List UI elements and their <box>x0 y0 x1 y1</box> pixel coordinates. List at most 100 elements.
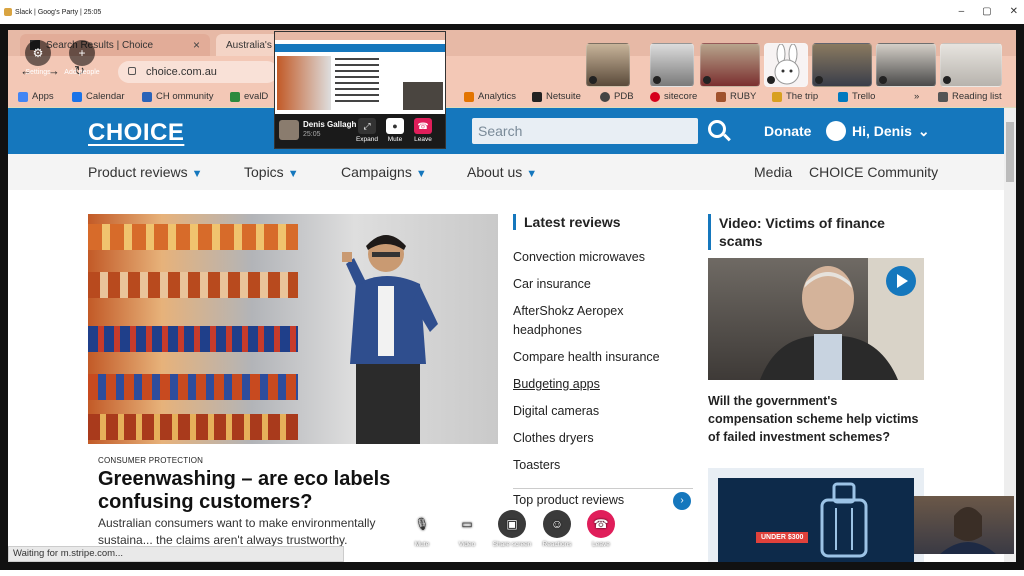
bookmark-calendar[interactable]: Calendar <box>72 91 125 102</box>
evald-icon <box>230 91 240 102</box>
list-item[interactable]: Convection microwaves <box>513 248 693 267</box>
lock-icon <box>128 67 136 75</box>
search-icon[interactable] <box>708 120 726 138</box>
self-view-tile[interactable] <box>914 496 1014 554</box>
video-icon: ▭ <box>453 510 481 538</box>
shared-screen: Search Results | Choice × Australia's ← … <box>8 30 1016 562</box>
account-menu[interactable]: Hi, Denis ⌄ <box>826 121 930 141</box>
preview-controls: Denis Gallagh 25:05 ⤢ Expand ● Mute ☎ Le… <box>275 114 445 148</box>
screen-share-icon: ▣ <box>498 510 526 538</box>
leave-button[interactable]: ☎ Leave <box>581 510 621 548</box>
mute-button[interactable]: ● Mute <box>383 118 407 143</box>
window-controls: – ▢ ✕ <box>959 6 1018 17</box>
bookmark-ch-ommunity[interactable]: CH ommunity <box>142 91 214 102</box>
video-button[interactable]: ▭ Video <box>447 510 487 548</box>
promo-card[interactable]: UNDER $300 <box>708 468 924 562</box>
nav-media[interactable]: Media <box>754 164 792 180</box>
add-people-button[interactable]: + Add people <box>62 40 102 76</box>
participant-tile[interactable] <box>940 43 1002 87</box>
reading-list-icon <box>938 91 948 102</box>
leave-button[interactable]: ☎ Leave <box>411 118 435 143</box>
bookmarks-bar: Apps Calendar CH ommunity evalD Analytic… <box>8 86 1016 108</box>
chevron-down-icon: ▼ <box>415 168 427 180</box>
bookmark-the-trip[interactable]: The trip <box>772 91 818 102</box>
top-product-reviews-link[interactable]: Top product reviews <box>513 488 693 507</box>
nav-choice-community[interactable]: CHOICE Community <box>809 164 938 180</box>
maximize-button[interactable]: ▢ <box>982 6 991 17</box>
close-window-button[interactable]: ✕ <box>1010 6 1018 17</box>
ruby-icon <box>716 91 726 102</box>
list-item[interactable]: Digital cameras <box>513 402 693 421</box>
participant-tile[interactable] <box>812 43 872 87</box>
gear-icon: ⚙ <box>25 40 51 66</box>
shelf-row <box>88 272 298 298</box>
list-item[interactable]: Compare health insurance <box>513 348 693 367</box>
bookmarks-overflow-icon[interactable]: » <box>914 91 919 102</box>
video-heading: Video: Victims of finance scams <box>708 214 904 250</box>
nav-about-us[interactable]: About us ▼ <box>467 164 537 180</box>
video-caption[interactable]: Will the government's compensation schem… <box>708 392 924 446</box>
participant-tile[interactable] <box>700 43 760 87</box>
bookmark-analytics[interactable]: Analytics <box>464 91 516 102</box>
github-icon <box>600 91 610 102</box>
nav-topics[interactable]: Topics ▼ <box>244 164 299 180</box>
mute-button[interactable]: 🎙 Mute <box>402 510 442 548</box>
share-screen-button[interactable]: ▣ Share screen <box>492 510 532 548</box>
settings-button[interactable]: ⚙ Settings <box>18 40 58 76</box>
presenter-name: Denis Gallagh <box>303 120 357 129</box>
google-icon <box>464 91 474 102</box>
bookmark-pdb[interactable]: PDB <box>600 91 634 102</box>
reading-list[interactable]: Reading list <box>938 91 1002 102</box>
article-headline[interactable]: Greenwashing – are eco labels confusing … <box>98 468 428 514</box>
article-category[interactable]: CONSUMER PROTECTION <box>98 456 203 465</box>
bookmark-apps[interactable]: Apps <box>18 91 54 102</box>
shelf-row <box>88 224 298 250</box>
url-field[interactable]: choice.com.au <box>118 61 278 83</box>
hero-image[interactable] <box>88 214 498 444</box>
list-item[interactable]: Clothes dryers <box>513 429 693 448</box>
chevron-down-icon: ▼ <box>191 168 203 180</box>
expand-button[interactable]: ⤢ Expand <box>355 118 379 143</box>
bookmark-ruby[interactable]: RUBY <box>716 91 756 102</box>
list-item[interactable]: AfterShokz Aeropex headphones <box>513 302 693 340</box>
list-item[interactable]: Budgeting apps <box>513 375 693 394</box>
promo-image: UNDER $300 <box>718 478 914 562</box>
participant-tile[interactable] <box>586 43 630 87</box>
screen: Slack | Goog's Party | 25:05 – ▢ ✕ Searc… <box>0 0 1024 576</box>
list-item[interactable]: Car insurance <box>513 275 693 294</box>
page-scrollbar[interactable] <box>1004 108 1016 562</box>
mic-icon <box>815 76 823 84</box>
donate-link[interactable]: Donate <box>764 123 811 139</box>
participant-tile[interactable] <box>650 43 694 87</box>
mic-icon <box>879 76 887 84</box>
call-timer: 25:05 <box>303 131 321 138</box>
bookmark-trello[interactable]: Trello <box>838 91 875 102</box>
bookmark-sitecore[interactable]: sitecore <box>650 91 697 102</box>
window-titlebar: Slack | Goog's Party | 25:05 <box>0 0 1024 24</box>
bookmark-evald[interactable]: evalD <box>230 91 268 102</box>
minimize-button[interactable]: – <box>959 6 965 17</box>
scrollbar-thumb[interactable] <box>1006 122 1014 182</box>
bookmark-netsuite[interactable]: Netsuite <box>532 91 581 102</box>
participant-tile[interactable] <box>764 43 808 87</box>
promo-price-tag: UNDER $300 <box>756 532 809 543</box>
shelf-row <box>88 414 298 440</box>
chevron-down-icon: ⌄ <box>917 122 930 139</box>
play-icon[interactable] <box>886 266 916 296</box>
participant-tile[interactable] <box>876 43 936 87</box>
article-standfirst: Australian consumers want to make enviro… <box>98 516 376 547</box>
preview-thumbnail <box>275 32 445 114</box>
mic-icon <box>767 76 775 84</box>
nav-product-reviews[interactable]: Product reviews ▼ <box>88 164 202 180</box>
reactions-button[interactable]: ☺ Reactions <box>537 510 577 548</box>
calendar-icon <box>72 91 82 102</box>
screen-share-preview[interactable]: Denis Gallagh 25:05 ⤢ Expand ● Mute ☎ Le… <box>274 31 446 149</box>
chevron-right-icon[interactable]: › <box>673 492 691 510</box>
mic-icon <box>653 76 661 84</box>
nav-campaigns[interactable]: Campaigns ▼ <box>341 164 427 180</box>
search-input[interactable]: Search <box>472 118 698 144</box>
choice-website: CHOICE Search Donate Hi, Denis ⌄ Product… <box>8 108 1016 562</box>
choice-logo[interactable]: CHOICE <box>88 119 184 147</box>
close-tab-icon[interactable]: × <box>193 38 200 52</box>
list-item[interactable]: Toasters <box>513 456 693 475</box>
